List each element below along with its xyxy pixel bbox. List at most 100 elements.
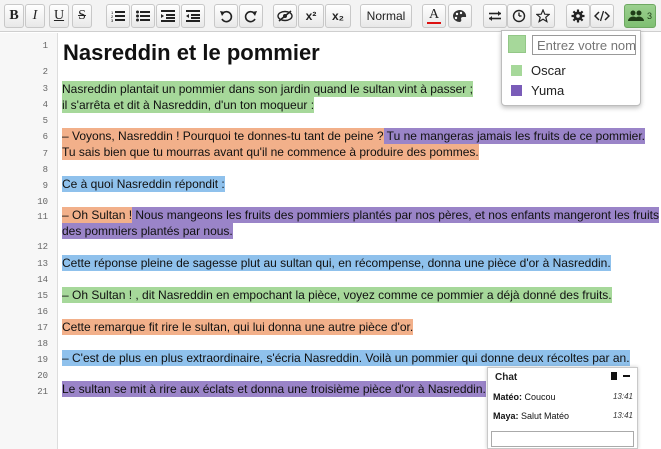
outdent-button[interactable]	[181, 4, 205, 28]
chat-controls	[611, 371, 630, 380]
code-icon	[594, 10, 610, 22]
heading-select[interactable]: Normal	[360, 4, 412, 28]
indent-button[interactable]	[156, 4, 180, 28]
users-button[interactable]: 3	[624, 4, 656, 28]
authored-text: Le sultan se mit à rire aux éclats et do…	[62, 381, 486, 397]
import-export-button[interactable]	[483, 4, 507, 28]
authored-text: Nous mangeons les fruits des pommiers pl…	[132, 207, 659, 223]
authored-text: – Oh Sultan ! , dit Nasreddin en empocha…	[62, 287, 612, 303]
authored-text: il s'arrêta et dit à Nasreddin, d'un ton…	[62, 97, 315, 113]
line-number: 16	[37, 307, 48, 317]
user-list-item: Oscar	[511, 62, 566, 78]
chat-author: Maya:	[493, 411, 519, 421]
redo-button[interactable]	[239, 4, 263, 28]
clear-authorship-button[interactable]	[273, 4, 297, 28]
chat-author: Matéo:	[493, 392, 522, 402]
star-button[interactable]	[531, 4, 555, 28]
user-color-swatch	[511, 84, 522, 96]
editor-toolbar: B I U S 123 x² x₂ Normal A 3	[0, 0, 661, 32]
outdent-icon	[186, 10, 200, 22]
indent-icon	[161, 10, 175, 22]
text-line: – Oh Sultan ! Nous mangeons les fruits d…	[62, 207, 659, 224]
import-export-icon	[489, 11, 501, 21]
text-line: Le sultan se mit à rire aux éclats et do…	[62, 381, 486, 398]
text-line: Cette remarque fit rire le sultan, qui l…	[62, 319, 414, 336]
user-list-item: Yuma	[511, 82, 564, 98]
chat-text: Coucou	[524, 392, 556, 402]
authored-text: – Oh Sultan !	[62, 207, 133, 223]
underline-label: U	[53, 8, 65, 23]
line-number: 6	[42, 132, 48, 142]
font-color-icon: A	[428, 7, 440, 22]
chat-time: 13:41	[612, 411, 633, 420]
line-number: 20	[37, 371, 48, 381]
line-number: 7	[42, 149, 48, 159]
gear-icon	[571, 9, 585, 23]
redo-icon	[244, 10, 257, 23]
svg-text:3: 3	[111, 18, 114, 22]
strikethrough-label: S	[78, 8, 86, 23]
line-number: 9	[42, 181, 48, 191]
line-number: 4	[42, 100, 48, 110]
undo-icon	[220, 10, 233, 23]
strikethrough-button[interactable]: S	[72, 4, 92, 28]
line-number: 19	[37, 355, 48, 365]
star-icon	[536, 9, 550, 23]
ordered-list-button[interactable]: 123	[106, 4, 130, 28]
chat-message: Matéo: Coucou 13:41	[493, 392, 633, 402]
chat-input[interactable]	[491, 431, 634, 447]
ordered-list-icon: 123	[111, 10, 125, 22]
font-color-swatch	[427, 22, 441, 24]
superscript-button[interactable]: x²	[298, 4, 324, 28]
line-number: 10	[37, 197, 48, 207]
text-line: Nasreddin plantait un pommier dans son j…	[62, 81, 473, 98]
my-color-swatch[interactable]	[508, 35, 526, 53]
line-number: 11	[37, 212, 48, 222]
text-line: – C'est de plus en plus extraordinaire, …	[62, 350, 630, 367]
clock-icon	[512, 9, 526, 23]
settings-button[interactable]	[566, 4, 590, 28]
line-number: 21	[37, 387, 48, 397]
palette-button[interactable]	[448, 4, 472, 28]
unordered-list-button[interactable]	[131, 4, 155, 28]
authored-text: Cette réponse pleine de sagesse plut au …	[62, 255, 611, 271]
chat-minimize-icon[interactable]	[623, 375, 630, 377]
line-number: 2	[42, 67, 48, 77]
user-color-swatch	[511, 64, 522, 76]
text-line: Ce à quoi Nasreddin répondit :	[62, 176, 225, 193]
bold-button[interactable]: B	[4, 4, 24, 28]
user-name: Oscar	[531, 62, 566, 78]
line-number: 12	[37, 242, 48, 252]
undo-button[interactable]	[214, 4, 238, 28]
italic-button[interactable]: I	[25, 4, 45, 28]
line-number: 18	[37, 339, 48, 349]
chat-message: Maya: Salut Matéo 13:41	[493, 411, 633, 421]
italic-label: I	[32, 8, 38, 23]
subscript-button[interactable]: x₂	[325, 4, 351, 28]
user-name: Yuma	[531, 82, 565, 98]
authored-text: Nasreddin plantait un pommier dans son j…	[62, 81, 473, 97]
line-number: 5	[42, 116, 48, 126]
authored-text: Ce à quoi Nasreddin répondit :	[62, 176, 225, 192]
superscript-label: x²	[305, 9, 317, 23]
authored-text: – C'est de plus en plus extraordinaire, …	[62, 350, 630, 366]
authored-text: Tu sais bien que tu mourras avant qu'il …	[62, 144, 479, 160]
chat-box: Chat Matéo: Coucou 13:41 Maya: Salut Mat…	[487, 367, 638, 449]
document-title: Nasreddin et le pommier	[63, 40, 320, 65]
users-icon	[627, 10, 644, 21]
authored-text: des pommiers plantés par nous.	[62, 223, 233, 239]
text-line: – Voyons, Nasreddin ! Pourquoi te donnes…	[62, 128, 646, 145]
chat-title: Chat	[495, 372, 518, 383]
line-number: 17	[37, 323, 48, 333]
line-number: 13	[37, 259, 48, 269]
users-popup: Oscar Yuma	[501, 30, 641, 106]
embed-button[interactable]	[590, 4, 614, 28]
underline-button[interactable]: U	[49, 4, 69, 28]
unordered-list-icon	[136, 10, 150, 22]
eye-slash-icon	[277, 10, 293, 22]
chat-stick-icon[interactable]	[611, 372, 617, 380]
line-number: 3	[42, 84, 48, 94]
font-color-button[interactable]: A	[422, 4, 446, 28]
timeslider-button[interactable]	[507, 4, 531, 28]
username-input[interactable]	[532, 35, 636, 55]
